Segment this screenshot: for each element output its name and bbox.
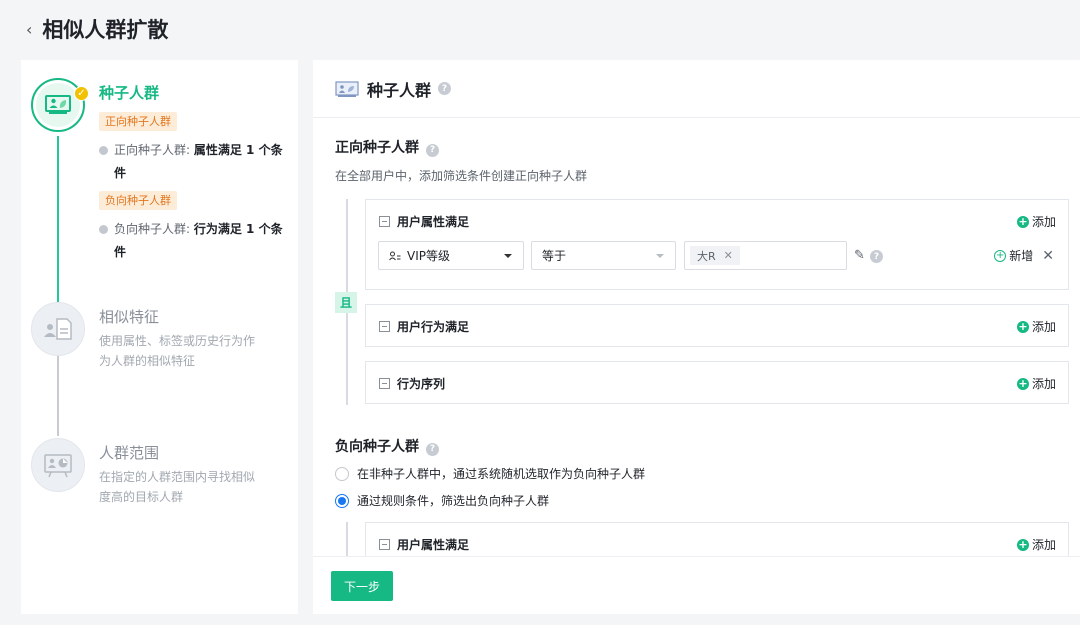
main-title: 种子人群 — [367, 80, 432, 100]
plus-circle-icon: + — [1016, 214, 1029, 228]
attribute-field-value: VIP等级 — [407, 249, 450, 263]
caret-down-icon — [656, 254, 664, 258]
rule-negative-option[interactable]: 通过规则条件，筛选出负向种子人群 — [335, 492, 549, 509]
main-panel: 种子人群 ? 正向种子人群? 在全部用户中，添加筛选条件创建正向种子人群 且 用… — [313, 60, 1080, 614]
seed-crowd-icon — [335, 80, 359, 97]
user-attribute-box: 用户属性满足 + 添加 VIP等级 等于 大R ✕ ✎ ? + 新增 ✕ — [365, 199, 1069, 290]
user-attribute-icon — [389, 251, 401, 260]
negative-attribute-header[interactable]: 用户属性满足 — [379, 536, 469, 553]
condition-label: 负向种子人群: — [114, 222, 191, 236]
footer-bar: 下一步 — [313, 556, 1080, 614]
positive-seed-tag: 正向种子人群 — [99, 112, 177, 131]
positive-seed-subtitle: 在全部用户中，添加筛选条件创建正向种子人群 — [335, 169, 588, 183]
pencil-icon[interactable]: ✎ — [854, 248, 865, 263]
remove-chip-icon[interactable]: ✕ — [724, 249, 733, 262]
chevron-left-icon[interactable]: ‹ — [26, 20, 32, 39]
seed-crowd-icon — [45, 95, 71, 114]
positive-seed-section: 正向种子人群? — [335, 137, 439, 157]
condition-label: 正向种子人群: — [114, 143, 191, 157]
value-chip: 大R ✕ — [690, 246, 740, 265]
main-header: 种子人群 ? — [313, 60, 1080, 118]
check-icon: ✓ — [74, 86, 89, 101]
random-negative-option[interactable]: 在非种子人群中，通过系统随机选取作为负向种子人群 — [335, 465, 645, 482]
condition-value: 属性满足 1 个条 — [193, 143, 283, 157]
collapse-icon[interactable] — [379, 378, 390, 389]
help-icon[interactable]: ? — [426, 442, 439, 456]
add-label: 添加 — [1031, 320, 1056, 334]
option-label: 在非种子人群中，通过系统随机选取作为负向种子人群 — [357, 467, 646, 481]
collapse-icon[interactable] — [379, 539, 390, 550]
radio-button-selected[interactable] — [335, 493, 349, 508]
check-circle-icon — [99, 225, 108, 234]
collapse-icon[interactable] — [379, 216, 390, 227]
user-behavior-title: 用户行为满足 — [397, 320, 470, 334]
condition-value-wrap: 件 — [114, 166, 127, 180]
negative-seed-condition: 负向种子人群: 行为满足 1 个条 件 — [99, 218, 289, 264]
step-3-range-icon[interactable] — [31, 438, 85, 492]
step-2-desc: 使用属性、标签或历史行为作为人群的相似特征 — [99, 334, 256, 368]
page-header: ‹ 相似人群扩散 — [0, 0, 1080, 58]
radio-button[interactable] — [335, 466, 349, 481]
add-label: 添加 — [1031, 377, 1056, 391]
condition-value: 行为满足 1 个条 — [193, 222, 283, 236]
step-connector — [57, 344, 59, 436]
negative-seed-section: 负向种子人群? — [335, 436, 439, 456]
help-icon[interactable]: ? — [870, 250, 883, 263]
crowd-range-icon — [44, 454, 72, 478]
help-icon[interactable]: ? — [426, 143, 439, 157]
step-connector-done — [57, 136, 59, 302]
step-3-title[interactable]: 人群范围 — [99, 442, 159, 463]
new-condition-button[interactable]: + 新增 ✕ — [994, 247, 1054, 264]
behavior-sequence-header[interactable]: 行为序列 — [379, 375, 445, 392]
step-2-feature-icon[interactable] — [31, 302, 85, 356]
positive-seed-condition: 正向种子人群: 属性满足 1 个条 件 — [99, 139, 289, 185]
step-3-desc: 在指定的人群范围内寻找相似度高的目标人群 — [99, 470, 256, 504]
add-sequence-button[interactable]: + 添加 — [1016, 375, 1056, 392]
check-circle-icon — [99, 146, 108, 155]
condition-value-wrap: 件 — [114, 245, 127, 259]
step-2-title[interactable]: 相似特征 — [99, 306, 159, 327]
plus-circle-icon: + — [1016, 376, 1029, 390]
option-label: 通过规则条件，筛选出负向种子人群 — [357, 494, 550, 508]
operator-value: 等于 — [542, 249, 567, 263]
step-1-seed-icon[interactable]: ✓ — [31, 78, 89, 132]
step-1-title[interactable]: 种子人群 — [99, 82, 159, 103]
value-select[interactable]: 大R ✕ — [684, 241, 847, 270]
new-label: 新增 — [1009, 249, 1034, 263]
add-attribute-button[interactable]: + 添加 — [1016, 213, 1056, 230]
page-title: 相似人群扩散 — [42, 18, 169, 42]
attribute-field-select[interactable]: VIP等级 — [378, 241, 524, 270]
negative-attribute-title: 用户属性满足 — [397, 538, 470, 552]
plus-circle-icon: + — [1016, 537, 1029, 551]
close-icon[interactable]: ✕ — [1042, 248, 1054, 264]
next-step-button[interactable]: 下一步 — [331, 571, 393, 601]
operator-select[interactable]: 等于 — [531, 241, 676, 270]
add-behavior-button[interactable]: + 添加 — [1016, 318, 1056, 335]
and-toggle[interactable]: 且 — [335, 292, 357, 313]
help-icon[interactable]: ? — [438, 82, 452, 95]
caret-down-icon — [504, 254, 512, 258]
user-attribute-header[interactable]: 用户属性满足 — [379, 213, 469, 230]
add-label: 添加 — [1031, 538, 1056, 552]
negative-seed-title: 负向种子人群 — [335, 439, 419, 455]
user-behavior-box: 用户行为满足 + 添加 — [365, 304, 1069, 347]
user-behavior-header[interactable]: 用户行为满足 — [379, 318, 469, 335]
add-negative-attribute-button[interactable]: + 添加 — [1016, 536, 1056, 553]
similar-feature-icon — [44, 318, 72, 340]
behavior-sequence-box: 行为序列 + 添加 — [365, 361, 1069, 404]
add-label: 添加 — [1031, 215, 1056, 229]
behavior-sequence-title: 行为序列 — [397, 377, 446, 391]
chip-label: 大R — [697, 249, 716, 263]
plus-circle-icon: + — [1016, 319, 1029, 333]
positive-seed-title: 正向种子人群 — [335, 140, 419, 156]
plus-circle-outline-icon: + — [994, 249, 1007, 262]
negative-seed-tag: 负向种子人群 — [99, 191, 177, 210]
steps-panel: ✓ 种子人群 正向种子人群 正向种子人群: 属性满足 1 个条 件 负向种子人群… — [21, 60, 298, 614]
collapse-icon[interactable] — [379, 321, 390, 332]
user-attribute-title: 用户属性满足 — [397, 215, 470, 229]
